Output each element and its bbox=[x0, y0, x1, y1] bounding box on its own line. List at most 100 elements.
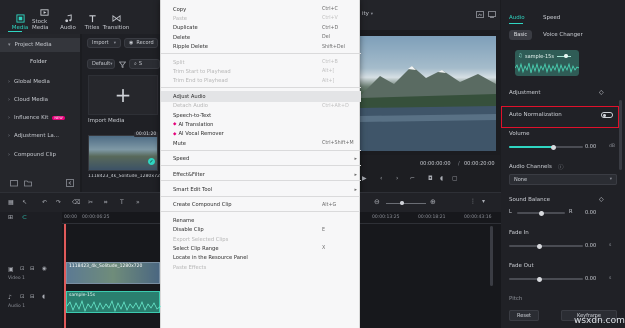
balance-value[interactable]: 0.00 bbox=[585, 208, 603, 218]
waveform-icon bbox=[515, 62, 579, 74]
folder-icon[interactable] bbox=[24, 179, 32, 187]
timeline-video-clip[interactable]: 1118423_4k_Solitude_1280x720 bbox=[66, 262, 160, 284]
timeline-area[interactable]: 00:00 00:00:06:25 1118423_4k_Solitude_12… bbox=[62, 212, 161, 328]
import-media-tile[interactable]: + bbox=[88, 75, 158, 115]
menu-item-mute[interactable]: Mute Ctrl+Shift+M bbox=[161, 138, 361, 149]
volume-value[interactable]: 0.00 bbox=[585, 142, 603, 152]
video-preview[interactable] bbox=[360, 36, 496, 151]
quality-dropdown[interactable]: ity ▾ bbox=[362, 11, 373, 17]
menu-item-label: Adjust Audio bbox=[173, 93, 206, 100]
record-button[interactable]: ◉ Record bbox=[124, 38, 158, 48]
tab-media[interactable]: Media bbox=[8, 14, 32, 31]
eye-icon[interactable]: ◉ bbox=[42, 266, 47, 272]
more-options-icon[interactable]: ⋮ bbox=[470, 198, 476, 205]
fade-out-slider-knob[interactable] bbox=[537, 276, 542, 282]
fade-in-value[interactable]: 0.00 bbox=[585, 241, 603, 251]
volume-slider-knob[interactable] bbox=[550, 144, 556, 150]
new-folder-icon[interactable] bbox=[10, 179, 18, 187]
keyframe-diamond-icon[interactable]: ◇ bbox=[599, 196, 604, 203]
grid-icon[interactable]: ▦ bbox=[8, 199, 14, 206]
watermark-text: wsxdn.com bbox=[574, 316, 625, 326]
play-icon[interactable]: ▶ bbox=[362, 175, 367, 182]
media-clip-thumbnail[interactable] bbox=[88, 135, 158, 171]
chevron-down-icon[interactable]: ▾ bbox=[482, 198, 485, 205]
filter-icon[interactable] bbox=[119, 61, 126, 68]
chevron-right-icon: › bbox=[8, 79, 10, 85]
lock-icon[interactable]: ⊡ bbox=[20, 266, 25, 272]
audio-clip-card[interactable]: ♫ sample-15s bbox=[515, 50, 579, 76]
tab-transition[interactable]: Transition bbox=[103, 14, 129, 31]
fade-out-value[interactable]: 0.00 bbox=[585, 274, 603, 284]
menu-item-effect-filter[interactable]: Effect&Filter ▸ bbox=[161, 169, 361, 180]
split-icon[interactable]: ✂ bbox=[88, 199, 93, 206]
cursor-icon[interactable]: ↖ bbox=[22, 199, 27, 206]
reset-button[interactable]: Reset bbox=[509, 310, 539, 321]
link-icon[interactable]: ⊂ bbox=[22, 214, 27, 221]
add-track-icon[interactable]: ⊞ bbox=[8, 214, 13, 221]
fade-in-slider[interactable] bbox=[509, 245, 583, 247]
timeline-area-right[interactable]: 00:00:13:25 00:00:18:21 00:00:43:16 bbox=[360, 212, 501, 328]
zoom-slider-knob[interactable] bbox=[400, 201, 404, 205]
subtab-basic[interactable]: Basic bbox=[509, 30, 532, 40]
tab-audio-properties[interactable]: Audio bbox=[509, 15, 525, 21]
tab-speed[interactable]: Speed bbox=[543, 15, 560, 21]
keyframe-diamond-icon[interactable]: ◇ bbox=[599, 89, 604, 96]
timeline-scrollbar[interactable] bbox=[490, 226, 493, 286]
menu-item-smart-edit-tool[interactable]: Smart Edit Tool ▸ bbox=[161, 184, 361, 195]
sidebar-item-compound-clip[interactable]: › Compound Clip bbox=[0, 148, 80, 162]
ruler-tick-label: 00:00:43:16 bbox=[464, 215, 492, 220]
expand-icon[interactable]: ⌐ bbox=[410, 175, 415, 182]
sidebar-item-adjustment-layer[interactable]: › Adjustment La... bbox=[0, 129, 80, 143]
tab-titles[interactable]: Titles bbox=[80, 14, 104, 31]
redo-icon[interactable]: ↷ bbox=[56, 199, 61, 206]
prev-frame-icon[interactable]: ‹ bbox=[380, 175, 382, 182]
sidebar-item-project-media[interactable]: ▾ Project Media bbox=[0, 38, 80, 52]
submenu-arrow-icon: ▸ bbox=[354, 156, 357, 163]
sidebar-item-label: Folder bbox=[30, 59, 47, 65]
collapse-panel-icon[interactable] bbox=[66, 179, 74, 187]
text-tool-icon[interactable]: T bbox=[120, 199, 124, 206]
zoom-slider[interactable] bbox=[386, 203, 426, 204]
sidebar-item-influence-kit[interactable]: › Influence Kit NEW bbox=[0, 111, 80, 125]
menu-item-label: Trim End to Playhead bbox=[173, 78, 228, 85]
undo-icon[interactable]: ↶ bbox=[42, 199, 47, 206]
volume-icon[interactable]: ◖ bbox=[440, 175, 443, 182]
menu-item-speed[interactable]: Speed ▸ bbox=[161, 154, 361, 165]
zoom-out-icon[interactable]: ⊖ bbox=[374, 198, 380, 206]
delete-icon[interactable]: ⌫ bbox=[72, 199, 80, 206]
audio-channels-dropdown[interactable]: None ▾ bbox=[509, 174, 617, 185]
menu-item-ripple-delete[interactable]: Ripple Delete Shift+Del bbox=[161, 42, 361, 53]
menu-item-create-compound-clip[interactable]: Create Compound Clip Alt+G bbox=[161, 200, 361, 211]
fade-in-slider-knob[interactable] bbox=[537, 243, 542, 249]
crop-icon[interactable]: ⌗ bbox=[104, 199, 107, 207]
fullscreen-icon[interactable]: ▢ bbox=[452, 175, 458, 182]
sidebar-item-global-media[interactable]: › Global Media bbox=[0, 75, 80, 89]
menu-item-shortcut: Ctrl+D bbox=[322, 25, 339, 31]
mini-slider-knob[interactable] bbox=[564, 54, 568, 58]
more-tools-icon[interactable]: » bbox=[136, 199, 140, 206]
display-settings-icon[interactable] bbox=[488, 11, 496, 18]
sidebar-item-cloud-media[interactable]: › Cloud Media bbox=[0, 93, 80, 107]
audio-clip-name: sample-15s bbox=[69, 293, 96, 298]
next-frame-icon[interactable]: › bbox=[396, 175, 398, 182]
sidebar-item-folder[interactable]: Folder bbox=[0, 55, 80, 69]
lock-icon[interactable]: ⊡ bbox=[20, 294, 25, 300]
volume-icon[interactable]: ◖ bbox=[42, 294, 45, 300]
ruler-tick-label: 00:00:18:21 bbox=[418, 215, 446, 220]
sort-dropdown[interactable]: Default ▾ bbox=[87, 59, 115, 69]
media-search-input[interactable]: ⌕ S bbox=[129, 59, 160, 69]
subtab-voice-changer[interactable]: Voice Changer bbox=[543, 32, 583, 38]
tab-audio[interactable]: Audio bbox=[56, 14, 80, 31]
folder-icon[interactable]: ⊟ bbox=[30, 294, 35, 300]
zoom-in-icon[interactable]: ⊕ bbox=[430, 198, 436, 206]
tab-stock-media[interactable]: Stock Media bbox=[32, 8, 56, 31]
balance-slider-knob[interactable] bbox=[538, 210, 544, 216]
panel-scrollbar[interactable] bbox=[619, 100, 622, 170]
timeline-audio-clip[interactable]: sample-15s bbox=[66, 291, 161, 313]
auto-normalization-toggle[interactable] bbox=[601, 112, 613, 118]
camera-icon[interactable]: ◘ bbox=[428, 175, 433, 182]
folder-icon[interactable]: ⊟ bbox=[30, 266, 35, 272]
snapshot-icon[interactable] bbox=[476, 11, 484, 18]
fade-out-slider[interactable] bbox=[509, 278, 583, 280]
import-button[interactable]: Import ▾ bbox=[87, 38, 121, 48]
